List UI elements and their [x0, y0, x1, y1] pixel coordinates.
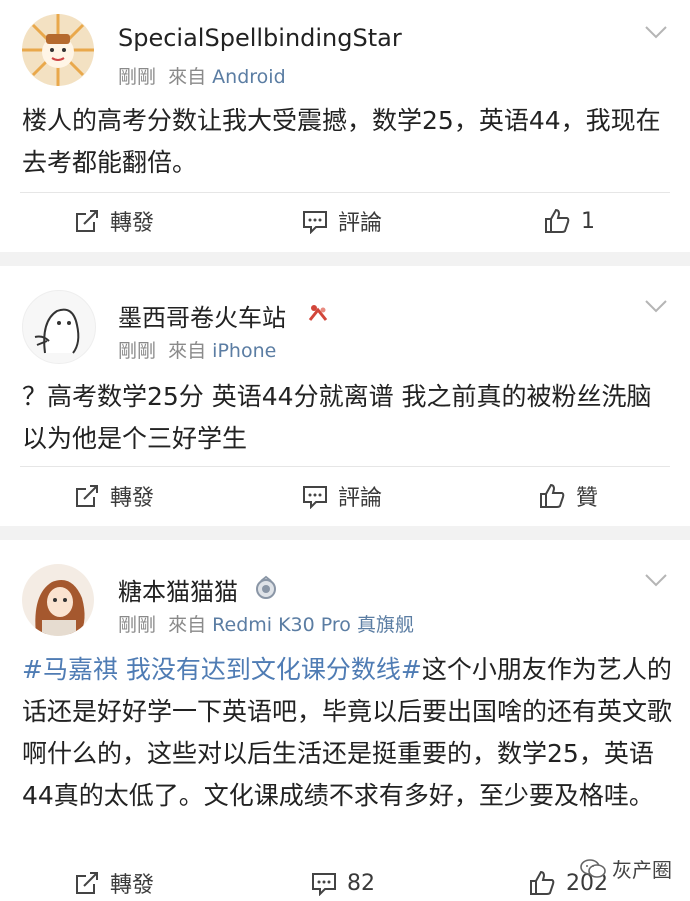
comment-label: 評論 [338, 211, 383, 236]
post-time: 剛剛 [118, 340, 157, 362]
post-source[interactable]: Android [212, 66, 285, 88]
watermark-text: 灰产圈 [612, 858, 672, 882]
comment-button[interactable]: 82 [311, 865, 375, 901]
repost-icon [76, 210, 98, 232]
post-meta: 剛剛 來自 Android [118, 62, 286, 89]
from-label: 來自 [168, 614, 207, 636]
post-source[interactable]: iPhone [212, 340, 276, 362]
comment-button[interactable]: 評論 [302, 203, 382, 239]
repost-label: 轉發 [110, 873, 155, 898]
badge-icon [256, 575, 276, 599]
username[interactable]: 墨西哥卷火车站 [118, 298, 328, 333]
chevron-down-icon[interactable] [644, 24, 668, 40]
like-label: 贊 [576, 486, 599, 511]
like-button[interactable]: 1 [543, 203, 595, 239]
repost-icon [76, 872, 98, 894]
comment-button[interactable]: 評論 [302, 478, 382, 514]
hashtag-link[interactable]: #马嘉祺 我没有达到文化课分数线# [22, 655, 422, 684]
chevron-down-icon[interactable] [644, 298, 668, 314]
post-card: 墨西哥卷火车站 剛剛 來自 iPhone ？高考数学25分 英语44分就离谱 我… [0, 266, 690, 526]
post-meta: 剛剛 來自 Redmi K30 Pro 真旗舰 [118, 610, 414, 637]
post-text: 楼人的高考分数让我大受震撼，数学25，英语44，我现在去考都能翻倍。 [22, 106, 661, 177]
like-label: 1 [581, 208, 595, 234]
from-label: 來自 [168, 66, 207, 88]
post-time: 剛剛 [118, 66, 157, 88]
comment-icon [312, 873, 336, 896]
divider [20, 466, 670, 467]
comment-icon [303, 486, 327, 509]
divider [20, 192, 670, 193]
repost-button[interactable]: 轉發 [74, 203, 154, 239]
post-card: 糖本猫猫猫 剛剛 來自 Redmi K30 Pro 真旗舰 #马嘉祺 我没有达到… [0, 540, 690, 901]
post-time: 剛剛 [118, 614, 157, 636]
comment-label: 評論 [338, 486, 383, 511]
post-source[interactable]: Redmi K30 Pro 真旗舰 [212, 614, 414, 636]
from-label: 來自 [168, 340, 207, 362]
watermark: 灰产圈 [580, 854, 672, 883]
repost-button[interactable]: 轉發 [74, 478, 154, 514]
like-icon [545, 208, 570, 233]
post-text: #马嘉祺 我没有达到文化课分数线#这个小朋友作为艺人的话还是好好学一下英语吧，毕… [22, 649, 672, 817]
comment-icon [303, 211, 327, 234]
username[interactable]: SpecialSpellbindingStar [118, 24, 402, 52]
username-text: 糖本猫猫猫 [118, 578, 238, 606]
badge-icon [308, 305, 328, 321]
avatar[interactable] [22, 14, 94, 86]
repost-label: 轉發 [110, 486, 155, 511]
avatar[interactable] [22, 290, 96, 364]
chevron-down-icon[interactable] [644, 572, 668, 588]
avatar[interactable] [22, 564, 94, 636]
post-meta: 剛剛 來自 iPhone [118, 336, 276, 363]
wechat-icon [580, 858, 606, 878]
like-button[interactable]: 贊 [538, 478, 598, 514]
like-icon [540, 483, 565, 508]
repost-icon [76, 485, 98, 507]
post-card: SpecialSpellbindingStar 剛剛 來自 Android 楼人… [0, 0, 690, 252]
repost-label: 轉發 [110, 211, 155, 236]
comment-label: 82 [347, 870, 375, 896]
username-text: 墨西哥卷火车站 [118, 304, 286, 332]
username[interactable]: 糖本猫猫猫 [118, 572, 276, 607]
post-text: ？高考数学25分 英语44分就离谱 我之前真的被粉丝洗脑以为他是个三好学生 [22, 382, 652, 453]
repost-button[interactable]: 轉發 [74, 865, 154, 901]
like-icon [530, 870, 555, 895]
